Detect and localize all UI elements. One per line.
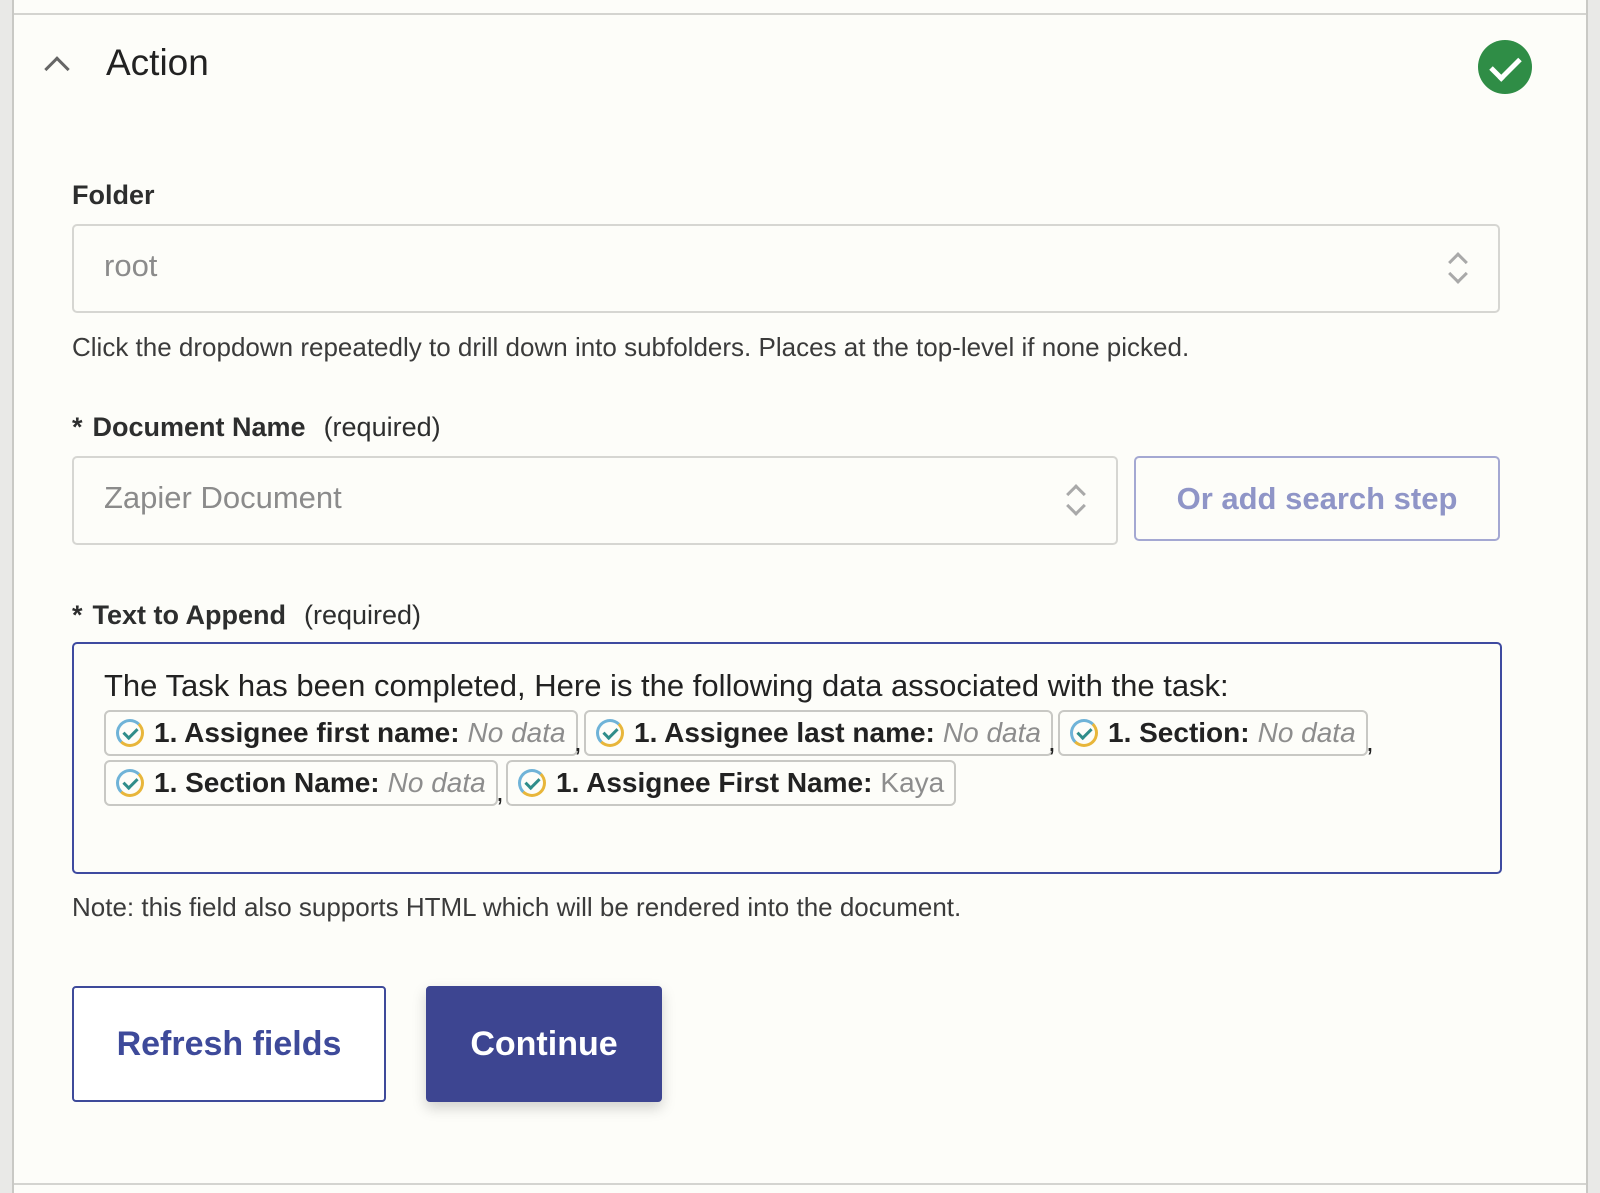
- refresh-fields-button[interactable]: Refresh fields: [72, 986, 386, 1102]
- document-name-value: Zapier Document: [104, 480, 342, 515]
- select-arrows-icon: [1066, 482, 1084, 518]
- data-pill[interactable]: 1. Assignee first name: No data: [104, 710, 578, 756]
- document-name-select[interactable]: Zapier Document: [72, 456, 1118, 545]
- continue-button[interactable]: Continue: [426, 986, 662, 1102]
- data-pill[interactable]: 1. Assignee First Name: Kaya: [506, 760, 957, 806]
- top-divider: [14, 13, 1586, 15]
- folder-help-text: Click the dropdown repeatedly to drill d…: [72, 332, 1190, 362]
- folder-select[interactable]: root: [72, 224, 1500, 313]
- data-pill[interactable]: 1. Section Name: No data: [104, 760, 498, 806]
- check-circle-icon: [1478, 40, 1532, 94]
- add-search-step-button[interactable]: Or add search step: [1134, 456, 1500, 541]
- document-name-label: * Document Name (required): [72, 412, 441, 442]
- app-check-icon: [596, 719, 624, 747]
- app-check-icon: [518, 769, 546, 797]
- data-pill[interactable]: 1. Section: No data: [1058, 710, 1368, 756]
- bottom-divider: [14, 1183, 1586, 1185]
- html-support-note: Note: this field also supports HTML whic…: [72, 892, 962, 922]
- app-check-icon: [116, 719, 144, 747]
- app-check-icon: [116, 769, 144, 797]
- data-pill[interactable]: 1. Assignee last name: No data: [584, 710, 1053, 756]
- action-header[interactable]: Action: [40, 40, 1586, 96]
- chevron-up-icon[interactable]: [44, 56, 70, 82]
- text-to-append-label: * Text to Append (required): [72, 600, 422, 630]
- folder-label: Folder: [72, 180, 155, 210]
- folder-value: root: [104, 248, 158, 283]
- section-title: Action: [106, 42, 209, 83]
- app-check-icon: [1070, 719, 1098, 747]
- select-arrows-icon: [1448, 250, 1466, 286]
- text-to-append-input[interactable]: The Task has been completed, Here is the…: [72, 642, 1502, 874]
- action-panel: Action Folder root Click the dropdown re…: [12, 0, 1588, 1193]
- append-text: The Task has been completed, Here is the…: [104, 668, 1229, 703]
